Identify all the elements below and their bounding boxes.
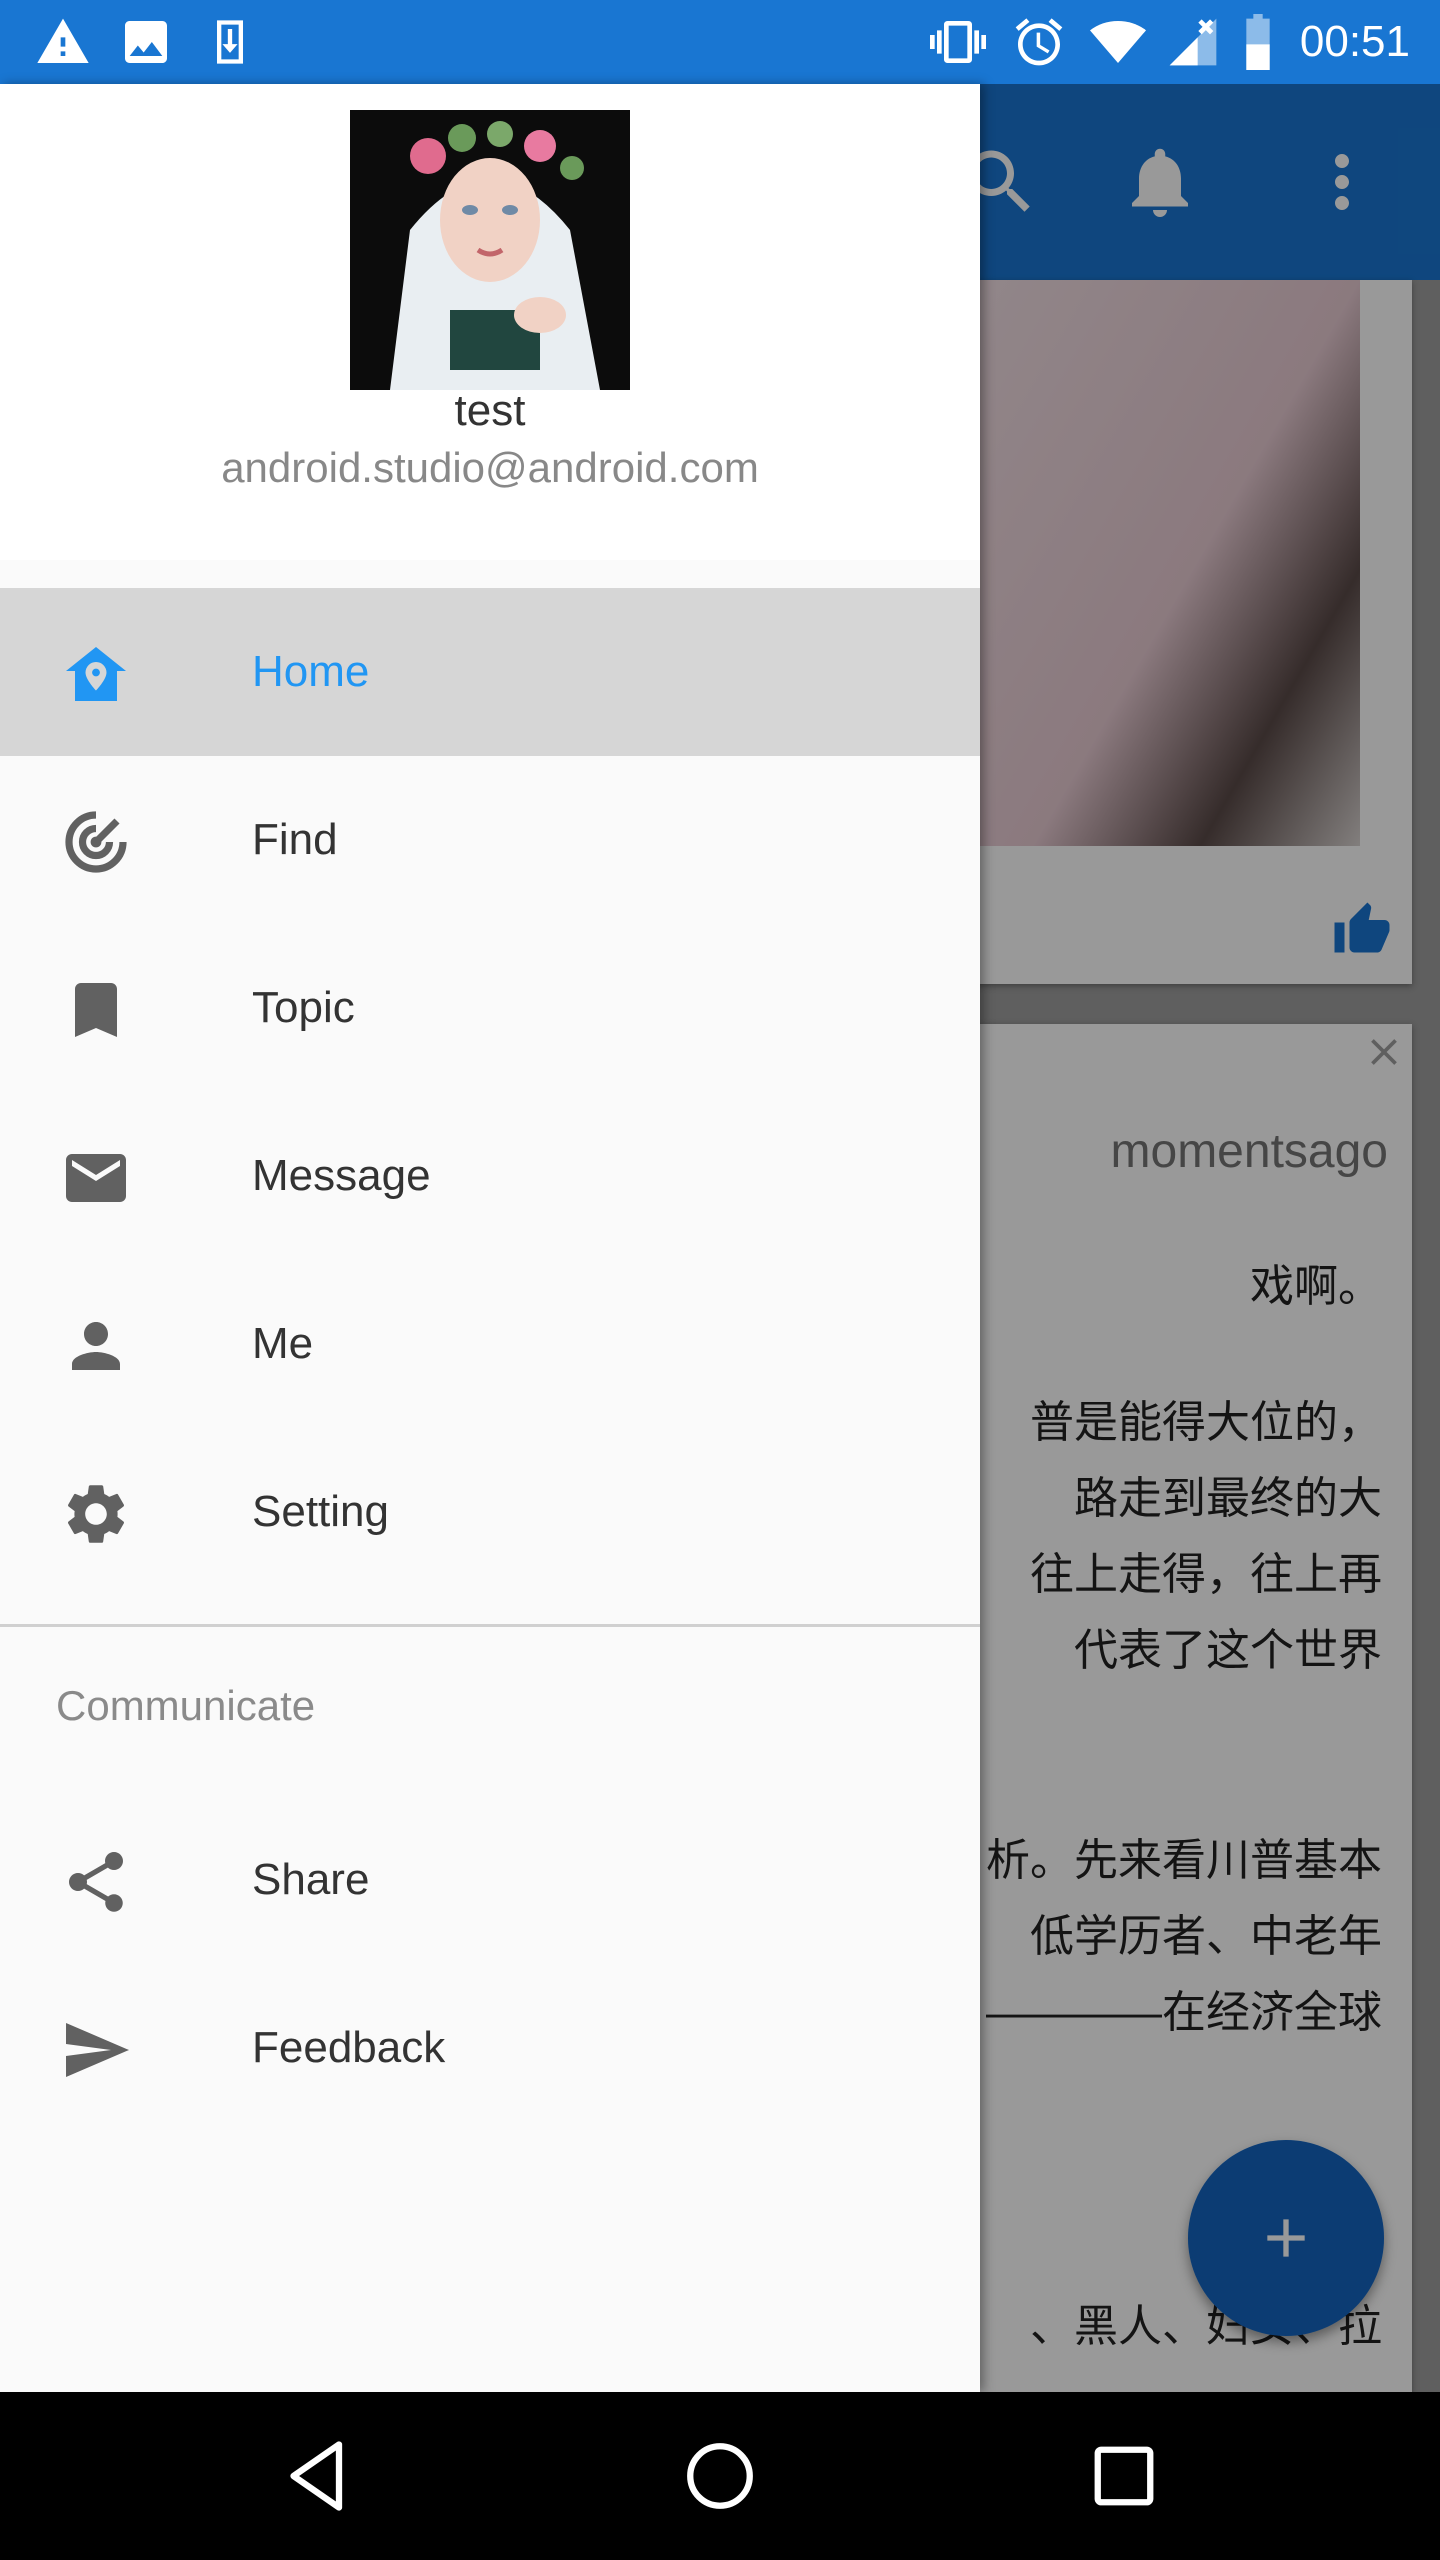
drawer-item-message[interactable]: Message [0,1092,980,1260]
drawer-item-label: Share [252,1855,370,1904]
drawer-item-label: Home [252,647,370,696]
navigation-drawer: test android.studio@android.com Home Fin… [0,84,980,2392]
signal-icon [1169,18,1217,66]
person-icon [72,1322,120,1370]
drawer-item-home[interactable]: Home [0,588,980,756]
avatar[interactable] [350,110,630,390]
home-circle-icon[interactable] [678,2434,762,2518]
drawer-item-label: Setting [252,1487,389,1536]
recents-icon[interactable] [1082,2434,1166,2518]
bookmark-icon [75,983,117,1037]
radar-icon [65,811,127,873]
fab-scrim [1188,2140,1384,2336]
add-fab-button[interactable] [1188,2140,1384,2336]
gear-icon [67,1485,125,1543]
drawer-item-label: Me [252,1319,314,1368]
drawer-item-label: Message [252,1151,431,1200]
user-email: android.studio@android.com [221,444,759,491]
send-icon [66,2023,129,2077]
drawer-item-share[interactable]: Share [0,1796,980,1964]
mail-icon [66,1154,126,1202]
drawer-item-feedback[interactable]: Feedback [0,1964,980,2132]
drawer-item-setting[interactable]: Setting [0,1428,980,1596]
wifi-icon [1090,21,1146,63]
alarm-icon [1015,18,1063,66]
drawer-divider [0,1624,980,1627]
drawer-item-label: Find [252,815,338,864]
download-icon [217,20,243,64]
image-icon [125,21,167,63]
vibrate-icon [930,21,986,63]
status-time: 00:51 [1299,17,1410,66]
drawer-header: test android.studio@android.com [0,84,980,560]
drawer-item-me[interactable]: Me [0,1260,980,1428]
avatar-portrait [350,110,630,390]
section-title: Communicate [56,1682,316,1729]
drawer-item-label: Feedback [252,2023,446,2072]
share-icon [69,1852,123,1912]
system-nav-bar [0,2392,1440,2560]
drawer-item-find[interactable]: Find [0,756,980,924]
status-bar: 00:51 [0,0,1440,84]
warning-icon [37,18,89,64]
user-name: test [454,386,526,435]
home-pin-icon [66,647,126,701]
back-icon[interactable] [276,2434,360,2518]
drawer-item-label: Topic [252,983,355,1032]
battery-icon [1246,14,1270,70]
drawer-item-topic[interactable]: Topic [0,924,980,1092]
